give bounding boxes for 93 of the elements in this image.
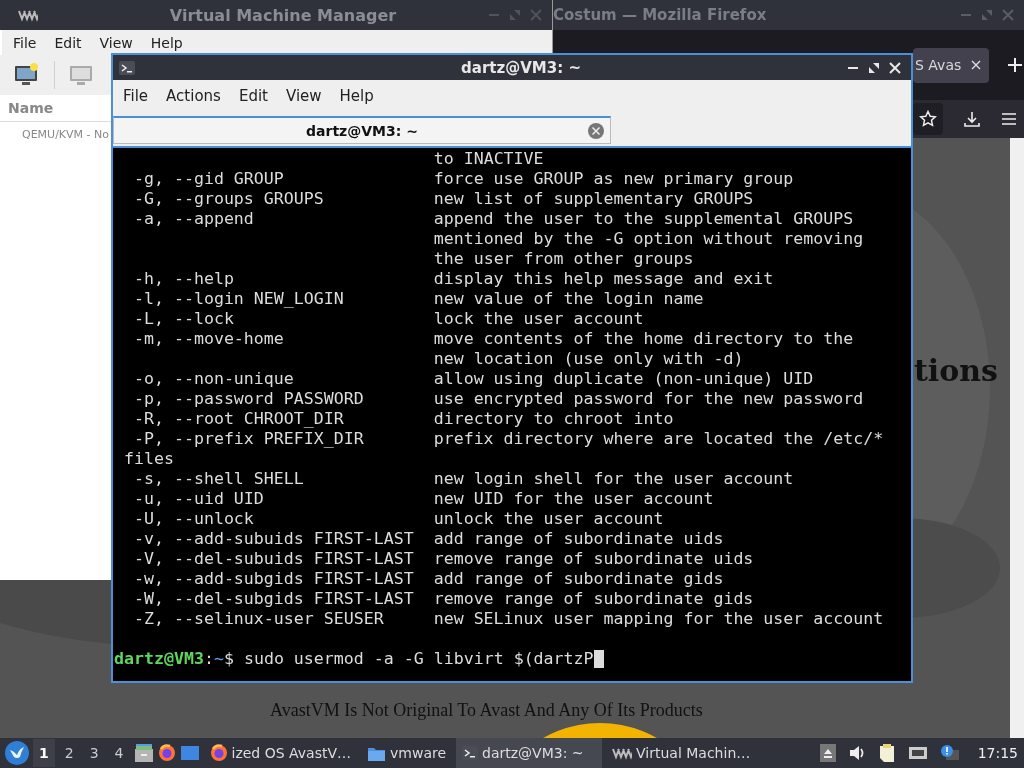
option-name: -Z, --selinux-user SEUSER bbox=[132, 609, 385, 629]
option-description: add range of subordinate uids bbox=[433, 529, 724, 549]
app-logo-icon bbox=[612, 746, 633, 760]
option-name: -G, --groups GROUPS bbox=[132, 189, 325, 209]
file-cabinet-icon[interactable] bbox=[133, 743, 154, 763]
option-description: the user from other groups bbox=[432, 249, 694, 269]
option-name: -p, --password PASSWORD bbox=[132, 389, 365, 409]
option-description: unlock the user account bbox=[433, 509, 664, 529]
text-cursor bbox=[593, 650, 604, 668]
menu-icon[interactable] bbox=[1001, 112, 1017, 126]
notification-icon[interactable] bbox=[939, 744, 960, 762]
menu-item[interactable]: Edit bbox=[45, 34, 91, 51]
option-name: -l, --login NEW_LOGIN bbox=[132, 289, 345, 309]
option-name: -V, --del-subuids FIRST-LAST bbox=[132, 549, 415, 569]
option-description: new login shell for the user account bbox=[433, 469, 794, 489]
option-description: remove range of subordinate gids bbox=[433, 589, 754, 609]
option-description: lock the user account bbox=[433, 309, 644, 329]
option-name: -W, --del-subgids FIRST-LAST bbox=[132, 589, 415, 609]
option-description: append the user to the supplemental GROUPS bbox=[433, 209, 854, 229]
option-description: mentioned by the -G option without removing bbox=[432, 229, 864, 249]
option-description: files bbox=[123, 449, 174, 469]
network-icon[interactable] bbox=[907, 745, 928, 761]
option-name: -m, --move-home bbox=[132, 329, 285, 349]
option-description: to INACTIVE bbox=[432, 149, 544, 169]
option-description: new location (use only with -d) bbox=[432, 349, 744, 369]
browser-tab[interactable]: S Avas bbox=[913, 47, 990, 83]
option-description: allow using duplicate (non-unique) UID bbox=[433, 369, 814, 389]
eject-icon[interactable] bbox=[819, 744, 836, 762]
clock: 17:15 bbox=[976, 745, 1018, 761]
footer-text: AvastVM Is Not Original To Avast And Any Of Its Products bbox=[270, 700, 703, 721]
menu-item[interactable]: File bbox=[4, 34, 46, 51]
option-name: -R, --root CHROOT_DIR bbox=[132, 409, 345, 429]
new-tab-icon[interactable] bbox=[1007, 57, 1024, 73]
taskbar-task[interactable]: ized OS AvastV… bbox=[203, 738, 358, 768]
prompt-separator: : bbox=[203, 649, 214, 669]
window-icon[interactable] bbox=[179, 744, 200, 762]
maximize-icon[interactable] bbox=[868, 61, 880, 74]
option-description: force use GROUP as new primary group bbox=[433, 169, 794, 189]
command-text: sudo usermod -a -G libvirt $(dartzP bbox=[243, 649, 594, 669]
option-description: directory to chroot into bbox=[433, 409, 674, 429]
taskbar-task[interactable]: Virtual Machin… bbox=[606, 738, 757, 768]
option-name: -o, --non-unique bbox=[132, 369, 295, 389]
option-description: new value of the login name bbox=[433, 289, 704, 309]
option-description: new UID for the user account bbox=[433, 489, 714, 509]
window-title: Virtual Machine Manager bbox=[168, 5, 398, 25]
bookmark-button[interactable] bbox=[913, 103, 943, 135]
browser-icon bbox=[209, 744, 228, 762]
taskbar-task[interactable]: vmware bbox=[361, 738, 453, 768]
menu-item[interactable]: View bbox=[90, 34, 142, 51]
option-name: -a, --append bbox=[132, 209, 255, 229]
window-title: Costum — Mozilla Firefox bbox=[553, 6, 767, 24]
start-menu-icon[interactable] bbox=[5, 741, 29, 765]
option-description: use encrypted password for the new password bbox=[433, 389, 864, 409]
prompt-user: dartz@VM3 bbox=[114, 649, 204, 669]
page-heading: tions bbox=[914, 353, 998, 388]
option-description: prefix directory where are located the /etc/* bbox=[433, 429, 884, 449]
option-name: -s, --shell SHELL bbox=[132, 469, 305, 489]
option-name: -v, --add-subuids FIRST-LAST bbox=[132, 529, 415, 549]
scrollbar[interactable] bbox=[1010, 138, 1024, 738]
option-name: -P, --prefix PREFIX_DIR bbox=[132, 429, 365, 449]
option-description: new list of supplementary GROUPS bbox=[433, 189, 754, 209]
option-name: -h, --help bbox=[132, 269, 235, 289]
browser-icon[interactable] bbox=[157, 744, 176, 762]
new-monitor-icon[interactable] bbox=[14, 63, 40, 87]
workspace-button[interactable]: 3 bbox=[83, 739, 105, 767]
option-name: -g, --gid GROUP bbox=[132, 169, 285, 189]
clipboard-icon[interactable] bbox=[877, 743, 896, 763]
option-description: display this help message and exit bbox=[433, 269, 774, 289]
download-icon[interactable] bbox=[963, 110, 981, 128]
option-name: -w, --add-subgids FIRST-LAST bbox=[132, 569, 415, 589]
workspace-button[interactable]: 2 bbox=[58, 739, 80, 767]
window-title: dartz@VM3: ~ bbox=[460, 58, 582, 77]
workspace-button[interactable]: 4 bbox=[108, 739, 130, 767]
tab-label: S Avas bbox=[915, 57, 962, 73]
menu-item[interactable]: Help bbox=[141, 34, 192, 51]
volume-icon[interactable] bbox=[847, 744, 866, 762]
workspace-button[interactable]: 1 bbox=[33, 739, 55, 767]
option-description: remove range of subordinate uids bbox=[433, 549, 754, 569]
app-logo-icon bbox=[18, 8, 38, 22]
option-description: new SELinux user mapping for the user account bbox=[433, 609, 884, 629]
tab-label: dartz@VM3: ~ bbox=[306, 122, 418, 139]
prompt-symbol: $ bbox=[223, 649, 235, 669]
terminal-icon bbox=[119, 60, 135, 75]
star-icon bbox=[919, 110, 937, 128]
option-name: -L, --lock bbox=[132, 309, 235, 329]
option-description: move contents of the home directory to the bbox=[433, 329, 854, 349]
option-description: add range of subordinate gids bbox=[433, 569, 724, 589]
prompt-path: ~ bbox=[213, 649, 224, 669]
option-name: -u, --uid UID bbox=[132, 489, 265, 509]
taskbar-task[interactable]: dartz@VM3: ~ bbox=[456, 738, 603, 768]
terminal-tab[interactable]: dartz@VM3: ~ bbox=[113, 116, 611, 144]
option-name: -U, --unlock bbox=[132, 509, 255, 529]
connection-row[interactable]: QEMU/KVM - No bbox=[22, 122, 109, 147]
